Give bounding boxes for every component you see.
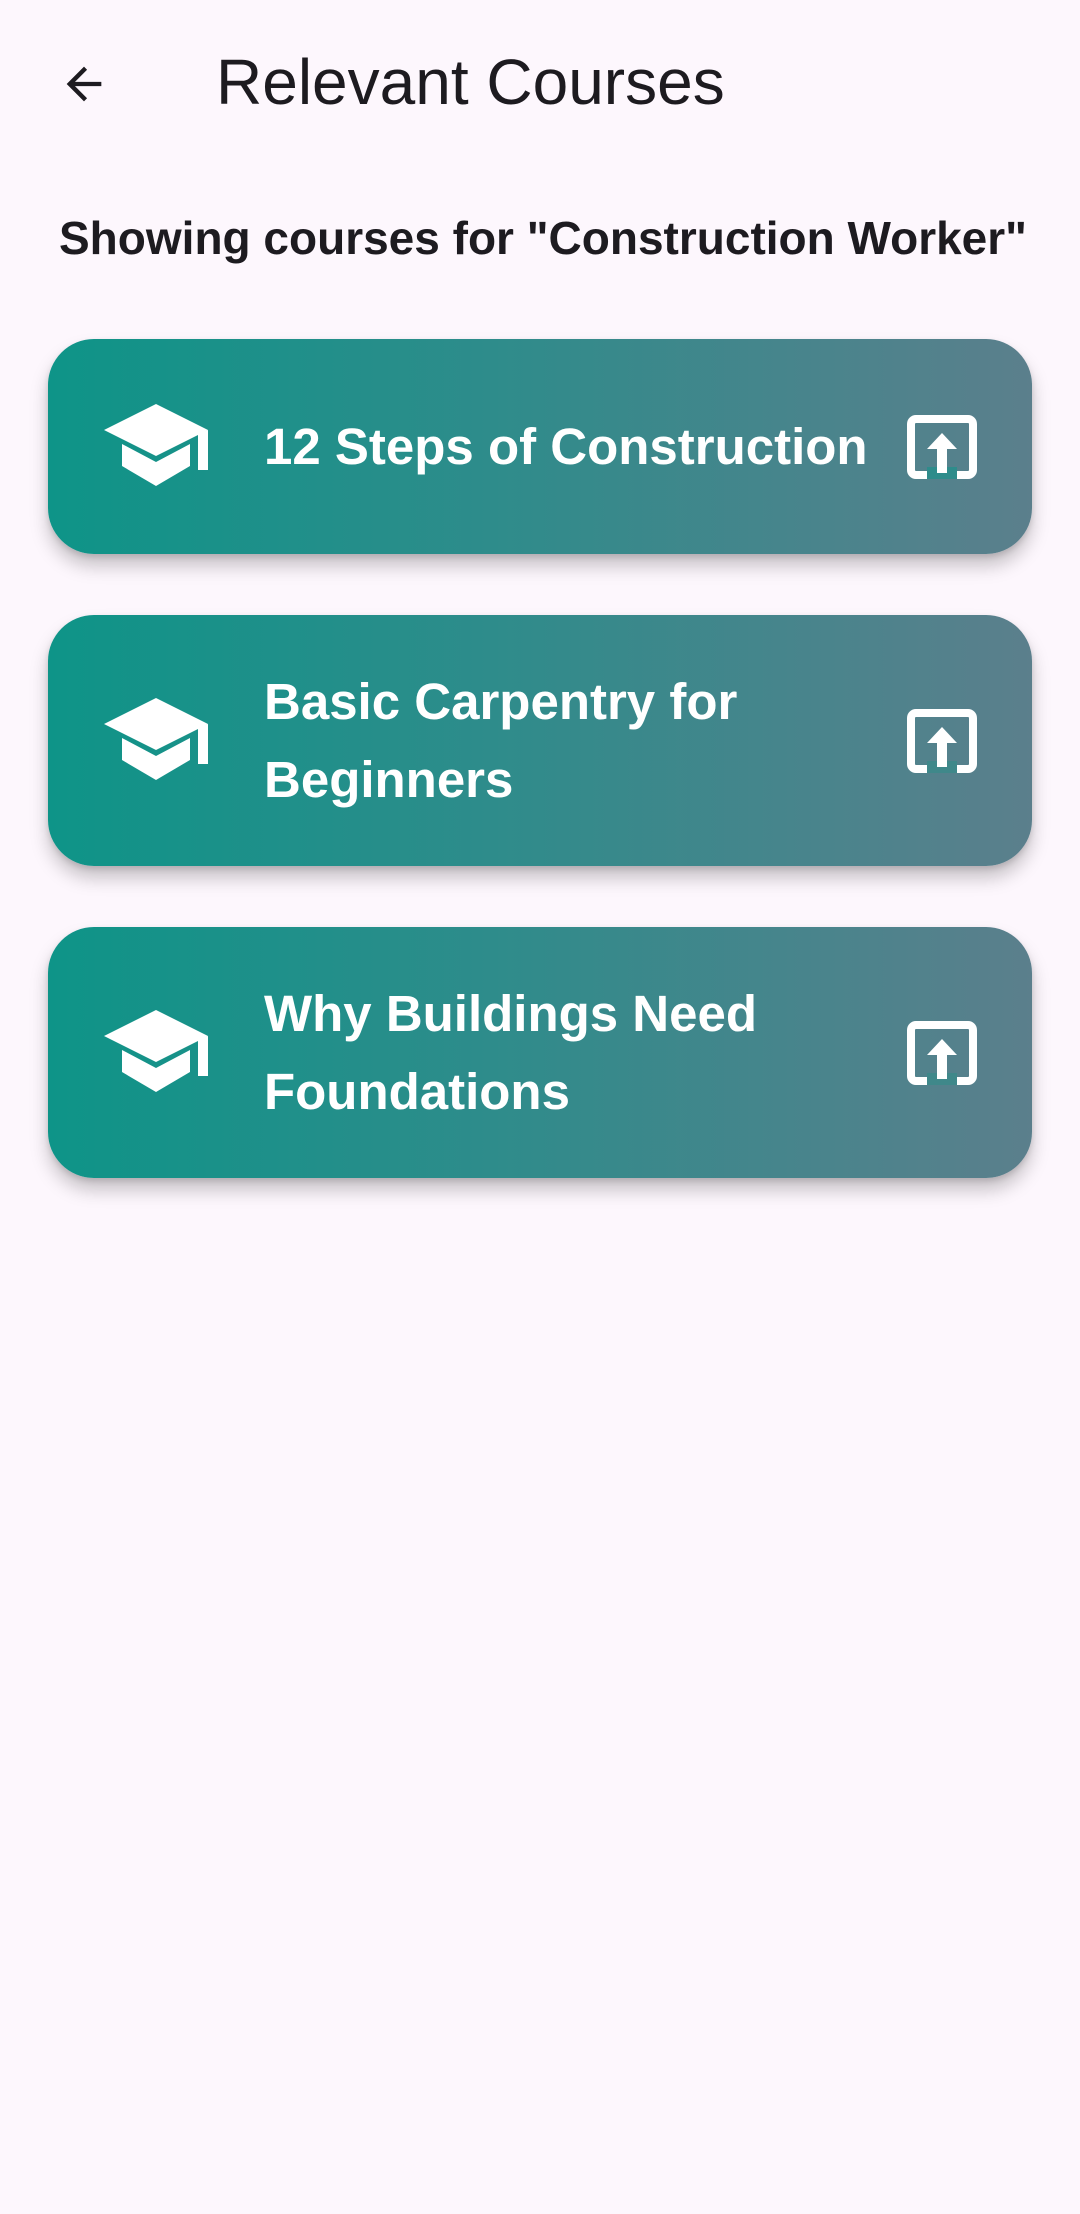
- course-card[interactable]: Basic Carpentry for Beginners: [48, 615, 1032, 866]
- course-title: Why Buildings Need Foundations: [264, 984, 758, 1120]
- graduation-cap-icon: [100, 694, 212, 788]
- graduation-cap-icon: [100, 1006, 212, 1100]
- open-in-new-icon[interactable]: [907, 1020, 977, 1085]
- graduation-cap-icon: [100, 400, 212, 494]
- course-card[interactable]: 12 Steps of Construction: [48, 339, 1032, 554]
- app-bar: Relevant Courses: [0, 0, 1080, 170]
- open-in-new-icon[interactable]: [907, 708, 977, 773]
- page-title: Relevant Courses: [216, 46, 725, 118]
- open-in-new-icon[interactable]: [907, 414, 977, 479]
- course-list: 12 Steps of Construction Basic Carpentry…: [48, 339, 1032, 1239]
- course-title: 12 Steps of Construction: [264, 417, 868, 475]
- arrow-back-icon: [66, 66, 102, 102]
- course-card[interactable]: Why Buildings Need Foundations: [48, 927, 1032, 1178]
- results-subtitle: Showing courses for "Construction Worker…: [59, 212, 1027, 264]
- back-button[interactable]: [42, 42, 126, 126]
- course-title: Basic Carpentry for Beginners: [264, 672, 738, 808]
